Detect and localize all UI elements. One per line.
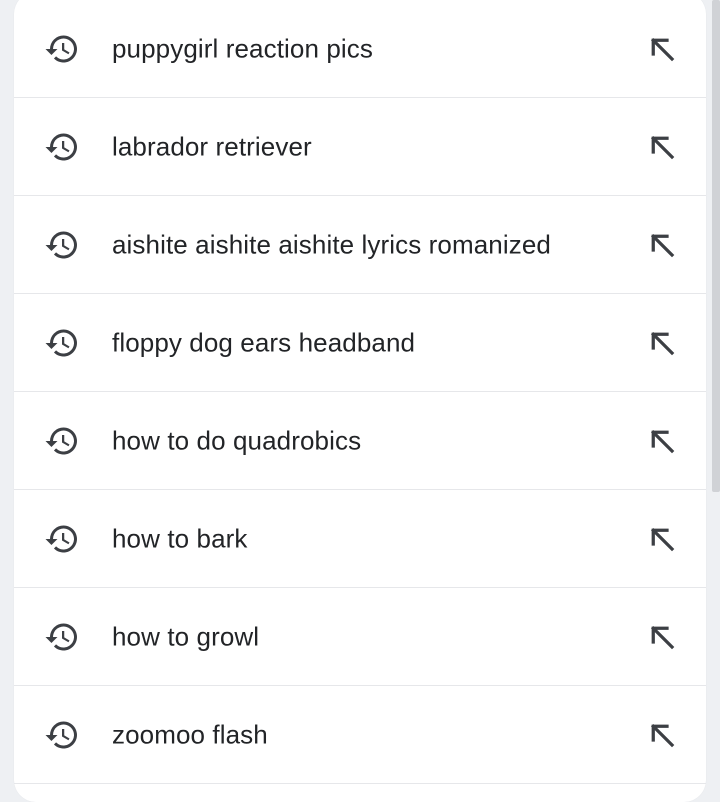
history-icon <box>42 29 82 69</box>
history-icon <box>42 519 82 559</box>
suggestion-row[interactable]: how to bark <box>14 490 706 588</box>
arrow-up-left-icon[interactable] <box>640 615 684 659</box>
arrow-up-left-icon[interactable] <box>640 125 684 169</box>
arrow-up-left-icon[interactable] <box>640 223 684 267</box>
suggestion-row[interactable]: floppy dog ears headband <box>14 294 706 392</box>
suggestion-label: zoomoo flash <box>112 719 268 749</box>
scrollbar-thumb[interactable] <box>712 0 720 492</box>
suggestion-row[interactable]: zoomoo flash <box>14 686 706 784</box>
suggestion-label: puppygirl reaction pics <box>112 33 373 63</box>
arrow-up-left-icon[interactable] <box>640 713 684 757</box>
history-icon <box>42 617 82 657</box>
history-icon <box>42 715 82 755</box>
history-icon <box>42 127 82 167</box>
suggestion-list: puppygirl reaction pics labrador retriev… <box>14 0 706 784</box>
search-suggestions-panel: puppygirl reaction pics labrador retriev… <box>14 0 706 802</box>
suggestion-row[interactable]: aishite aishite aishite lyrics romanized <box>14 196 706 294</box>
arrow-up-left-icon[interactable] <box>640 517 684 561</box>
suggestion-row[interactable]: how to growl <box>14 588 706 686</box>
suggestion-label: how to growl <box>112 621 260 651</box>
suggestion-label: labrador retriever <box>112 131 312 161</box>
history-icon <box>42 323 82 363</box>
suggestion-row[interactable]: puppygirl reaction pics <box>14 0 706 98</box>
suggestion-label: floppy dog ears headband <box>112 327 416 357</box>
suggestion-row[interactable]: how to do quadrobics <box>14 392 706 490</box>
history-icon <box>42 421 82 461</box>
history-icon <box>42 225 82 265</box>
arrow-up-left-icon[interactable] <box>640 27 684 71</box>
arrow-up-left-icon[interactable] <box>640 419 684 463</box>
suggestion-row[interactable]: labrador retriever <box>14 98 706 196</box>
suggestion-label: how to do quadrobics <box>112 425 362 455</box>
arrow-up-left-icon[interactable] <box>640 321 684 365</box>
suggestion-label: how to bark <box>112 523 248 553</box>
suggestion-label: aishite aishite aishite lyrics romanized <box>112 229 551 259</box>
